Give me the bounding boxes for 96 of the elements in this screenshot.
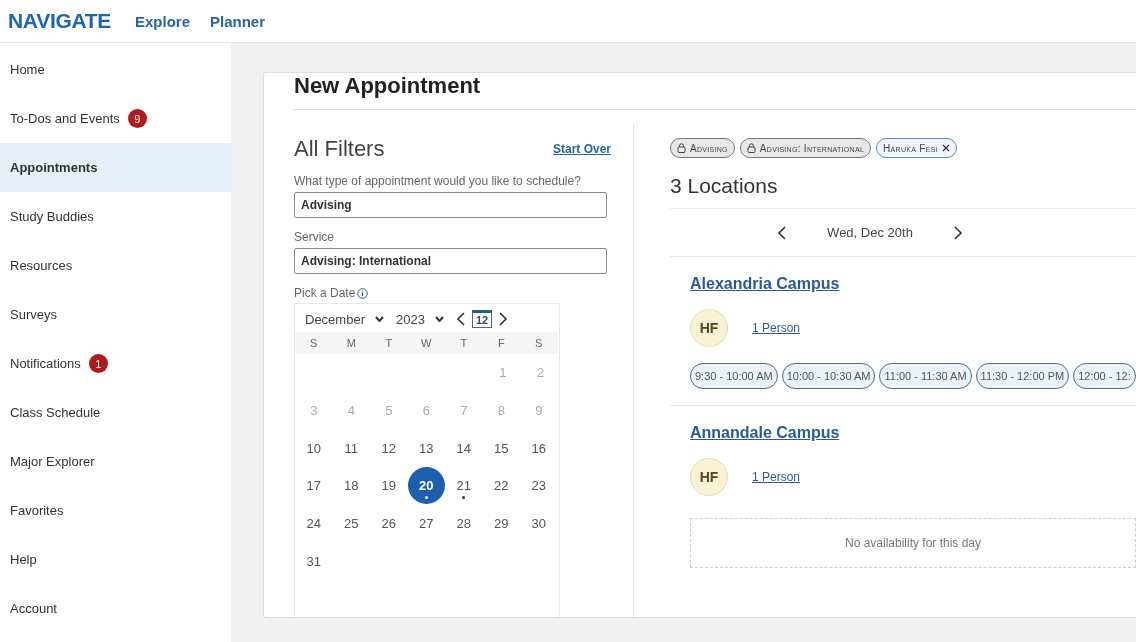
calendar-day[interactable]: 31 — [295, 542, 333, 580]
people-link[interactable]: 1 Person — [752, 321, 801, 335]
time-slot[interactable]: 12:00 - 12: — [1073, 363, 1136, 389]
calendar-day[interactable]: 24 — [295, 505, 333, 543]
sidebar-label: Study Buddies — [10, 209, 94, 224]
calendar-day[interactable]: 16 — [520, 429, 558, 467]
sidebar-item[interactable]: Class Schedule — [0, 388, 231, 437]
sidebar-label: Help — [10, 552, 37, 567]
filter-chip[interactable]: Haruka Fesi — [876, 138, 957, 158]
count-badge: 9 — [127, 109, 147, 128]
calendar-day[interactable]: 10 — [295, 429, 333, 467]
calendar-day[interactable]: 26 — [370, 505, 408, 543]
location-link[interactable]: Alexandria Campus — [690, 275, 840, 293]
filters-title: All Filters — [294, 136, 385, 162]
calendar-day[interactable]: 29 — [482, 505, 520, 543]
today-button[interactable]: 12 — [471, 310, 493, 328]
calendar-day[interactable]: 28 — [445, 505, 483, 543]
calendar-day[interactable]: 15 — [482, 429, 520, 467]
avatar: HF — [690, 458, 728, 496]
field-label: Service — [294, 230, 334, 244]
lock-icon — [746, 143, 756, 153]
weekday-label: T — [445, 332, 483, 354]
calendar-day[interactable]: 14 — [445, 429, 483, 467]
sidebar-label: Major Explorer — [10, 454, 95, 469]
sidebar-label: Account — [10, 601, 57, 616]
sidebar-label: Home — [10, 62, 45, 77]
field-label: What type of appointment would you like to schedule? — [294, 174, 581, 188]
sidebar-label: Favorites — [10, 503, 64, 518]
logo[interactable]: NAVIGATE — [8, 9, 111, 33]
people-link[interactable]: 1 Person — [752, 470, 801, 484]
lock-icon — [677, 143, 686, 153]
sidebar-item[interactable]: Major Explorer — [0, 437, 231, 486]
year-select[interactable]: 2023 — [395, 311, 444, 327]
nav-link[interactable]: Explore — [135, 12, 191, 30]
results-title: 3 Locations — [670, 174, 1136, 209]
month-select[interactable]: December — [305, 311, 384, 327]
sidebar-item[interactable]: Notifications 1 — [0, 339, 231, 388]
caret-icon — [434, 316, 444, 322]
sidebar-label: Appointments — [10, 160, 98, 175]
avatar: HF — [690, 309, 728, 347]
previous-month-icon[interactable] — [455, 312, 466, 326]
location-link[interactable]: Annandale Campus — [690, 424, 840, 442]
time-slot[interactable]: 9:30 - 10:00 AM — [690, 363, 778, 389]
calendar-day[interactable]: 23 — [520, 467, 558, 505]
calendar-day[interactable]: 17 — [295, 467, 333, 505]
sidebar-item[interactable]: Account — [0, 584, 231, 633]
select-field[interactable]: Advising: International — [294, 248, 607, 274]
sidebar-label: Class Schedule — [10, 405, 101, 420]
filter-chip[interactable]: Advising — [670, 138, 735, 158]
time-slot[interactable]: 11:00 - 11:30 AM — [879, 363, 972, 389]
weekday-label: S — [295, 332, 333, 354]
empty-message: No availability for this day — [690, 518, 1136, 568]
info-icon[interactable] — [357, 287, 369, 299]
weekday-label: T — [370, 332, 408, 354]
calendar-day[interactable]: 18 — [332, 467, 370, 505]
sidebar-item[interactable]: Resources — [0, 241, 231, 290]
calendar-day[interactable]: 25 — [332, 505, 370, 543]
select-field[interactable]: Advising — [294, 192, 607, 218]
sidebar-item[interactable]: Surveys — [0, 290, 231, 339]
calendar-day[interactable]: 27 — [407, 505, 445, 543]
sidebar-item[interactable]: Appointments — [0, 143, 231, 192]
calendar-day[interactable]: 19 — [370, 467, 408, 505]
weekday-label: M — [332, 332, 370, 354]
sidebar-label: To-Dos and Events — [10, 111, 120, 126]
filter-chip[interactable]: Advising: International — [739, 138, 872, 158]
sidebar-item[interactable]: Home — [0, 45, 231, 94]
sidebar-label: Resources — [10, 258, 73, 273]
sidebar-item[interactable]: To-Dos and Events 9 — [0, 94, 231, 143]
page-title: New Appointment — [294, 73, 1136, 110]
previous-day-icon[interactable] — [777, 225, 788, 240]
calendar-day[interactable]: 13 — [407, 429, 445, 467]
time-slot[interactable]: 10:00 - 10:30 AM — [781, 363, 876, 389]
start-over-link[interactable]: Start Over — [552, 142, 611, 156]
sidebar-item[interactable]: Favorites — [0, 486, 231, 535]
sidebar-item[interactable]: Help — [0, 535, 231, 584]
calendar-day[interactable]: 11 — [332, 429, 370, 467]
field-label: Pick a Date — [294, 286, 356, 300]
weekday-label: F — [482, 332, 520, 354]
calendar-day[interactable]: 12 — [370, 429, 408, 467]
calendar-day[interactable]: 21 — [445, 467, 483, 505]
calendar-day[interactable]: 30 — [520, 505, 558, 543]
nav-link[interactable]: Planner — [210, 12, 266, 30]
weekday-label: W — [407, 332, 445, 354]
calendar-day[interactable]: 22 — [482, 467, 520, 505]
weekday-label: S — [520, 332, 558, 354]
count-badge: 1 — [88, 354, 108, 373]
caret-icon — [374, 316, 384, 322]
time-slot[interactable]: 11:30 - 12:00 PM — [975, 363, 1070, 389]
close-icon[interactable] — [941, 144, 950, 152]
date-label: Wed, Dec 20th — [827, 225, 913, 240]
sidebar-label: Surveys — [10, 307, 57, 322]
sidebar-label: Notifications — [10, 356, 81, 371]
next-month-icon[interactable] — [498, 312, 509, 326]
sidebar-item[interactable]: Study Buddies — [0, 192, 231, 241]
calendar-day[interactable]: 20 — [407, 467, 445, 505]
next-day-icon[interactable] — [952, 225, 963, 240]
